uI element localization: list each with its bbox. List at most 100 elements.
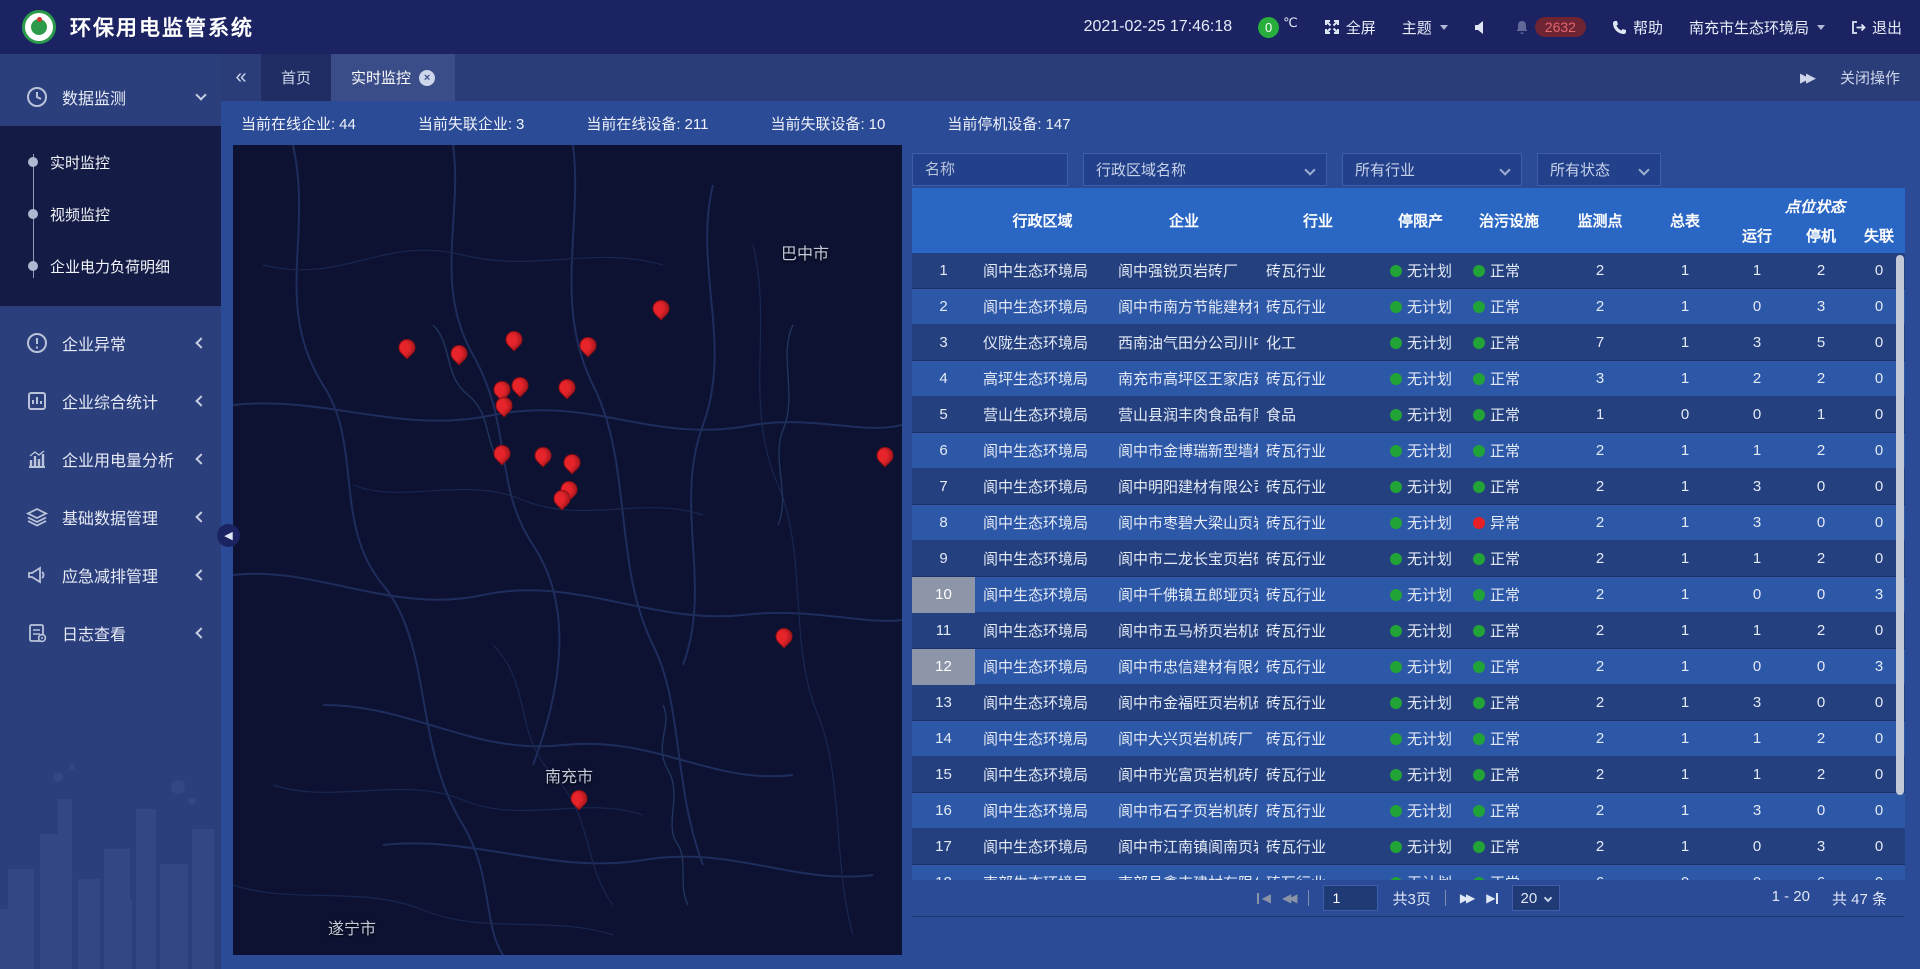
notifications[interactable]: 2632 (1515, 17, 1586, 37)
table-row[interactable]: 17 阆中生态环境局 阆中市江南镇阆南页岩 砖瓦行业 无计划 正常 2 1 0 … (912, 829, 1905, 865)
row-company: 阆中市南方节能建材有 (1110, 296, 1258, 317)
row-index: 4 (912, 361, 975, 397)
table-row[interactable]: 15 阆中生态环境局 阆中市光富页岩机砖厂 砖瓦行业 无计划 正常 2 1 1 … (912, 757, 1905, 793)
sidebar-item-video-monitoring[interactable]: 视频监控 (0, 188, 221, 240)
sidebar-item-label: 企业综合统计 (62, 389, 158, 413)
table-row[interactable]: 6 阆中生态环境局 阆中市金博瑞新型墙材 砖瓦行业 无计划 正常 2 1 1 2… (912, 433, 1905, 469)
industry-select[interactable]: 所有行业 (1342, 153, 1522, 186)
row-industry: 化工 (1258, 332, 1378, 353)
theme-dropdown[interactable]: 主题 (1402, 17, 1448, 38)
sidebar-item-realtime-monitoring[interactable]: 实时监控 (0, 136, 221, 188)
row-facility-status: 正常 (1490, 479, 1520, 496)
row-facility-status: 正常 (1490, 335, 1520, 352)
sidebar-item-enterprise-anomaly[interactable]: 企业异常 (0, 314, 221, 372)
help-button[interactable]: 帮助 (1612, 17, 1663, 38)
row-facility-status: 正常 (1490, 659, 1520, 676)
content-area: 当前在线企业:44 当前失联企业:3 当前在线设备:211 当前失联设备:10 … (221, 101, 1920, 969)
table-row[interactable]: 1 阆中生态环境局 阆中强锐页岩砖厂 砖瓦行业 无计划 正常 2 1 1 2 0 (912, 253, 1905, 289)
close-operations-button[interactable]: 关闭操作 (1840, 67, 1900, 88)
table-row[interactable]: 4 高坪生态环境局 南充市高坪区王家店建 砖瓦行业 无计划 正常 3 1 2 2… (912, 361, 1905, 397)
row-company: 阆中市江南镇阆南页岩 (1110, 836, 1258, 857)
column-header-facility: 治污设施 (1463, 188, 1555, 253)
tab-realtime-monitoring[interactable]: 实时监控 × (331, 54, 455, 101)
table-row[interactable]: 14 阆中生态环境局 阆中大兴页岩机砖厂 砖瓦行业 无计划 正常 2 1 1 2… (912, 721, 1905, 757)
row-stop-status: 无计划 (1407, 407, 1452, 424)
page-size-select[interactable]: 20 (1512, 885, 1561, 911)
region-select[interactable]: 行政区域名称 (1083, 153, 1327, 186)
table-scrollbar[interactable] (1896, 255, 1904, 795)
notification-count-badge: 2632 (1535, 17, 1586, 37)
row-company: 阆中市金福旺页岩机砖 (1110, 692, 1258, 713)
table-row[interactable]: 12 阆中生态环境局 阆中市忠信建材有限公 砖瓦行业 无计划 正常 2 1 0 … (912, 649, 1905, 685)
table-row[interactable]: 18 南部生态环境局 南部县鑫丰建材有限公 砖瓦行业 无计划 正常 6 0 0 … (912, 865, 1905, 880)
status-select[interactable]: 所有状态 (1537, 153, 1661, 186)
close-icon[interactable]: × (419, 70, 435, 86)
row-meter-count: 1 (1645, 514, 1725, 531)
table-row[interactable]: 10 阆中生态环境局 阆中千佛镇五郎垭页岩 砖瓦行业 无计划 正常 2 1 0 … (912, 577, 1905, 613)
facility-status-dot (1473, 265, 1485, 277)
sidebar-item-label: 企业异常 (62, 331, 126, 355)
row-monitor-count: 2 (1555, 298, 1645, 315)
chevron-down-icon (1638, 164, 1649, 175)
table-row[interactable]: 8 阆中生态环境局 阆中市枣碧大梁山页岩 砖瓦行业 无计划 异常 2 1 3 0… (912, 505, 1905, 541)
fullscreen-button[interactable]: 全屏 (1324, 17, 1376, 38)
help-label: 帮助 (1633, 17, 1663, 38)
page-size-value: 20 (1521, 890, 1538, 907)
row-run-count: 3 (1725, 334, 1789, 351)
row-monitor-count: 2 (1555, 838, 1645, 855)
sidebar-item-electricity-analysis[interactable]: 企业用电量分析 (0, 430, 221, 488)
stat-value: 10 (869, 116, 886, 133)
row-industry: 砖瓦行业 (1258, 764, 1378, 785)
sidebar-item-data-monitoring[interactable]: 数据监测 (0, 68, 221, 126)
row-monitor-count: 2 (1555, 622, 1645, 639)
row-meter-count: 0 (1645, 406, 1725, 423)
tab-scroll-right-icon[interactable]: ▶▶ (1800, 70, 1812, 86)
tab-home[interactable]: 首页 (261, 54, 331, 101)
map-panel[interactable]: 巴中市 南充市 遂宁市 (233, 145, 902, 955)
row-company: 阆中市忠信建材有限公 (1110, 656, 1258, 677)
sidebar-item-log-view[interactable]: 日志查看 (0, 604, 221, 662)
row-company: 阆中市石子页岩机砖厂 (1110, 800, 1258, 821)
table-row[interactable]: 11 阆中生态环境局 阆中市五马桥页岩机砖 砖瓦行业 无计划 正常 2 1 1 … (912, 613, 1905, 649)
name-search-input[interactable] (912, 153, 1068, 186)
chevron-left-icon (195, 511, 206, 522)
row-monitor-count: 2 (1555, 766, 1645, 783)
sidebar-item-power-load-detail[interactable]: 企业电力负荷明细 (0, 240, 221, 292)
mute-button[interactable] (1474, 20, 1489, 35)
sidebar-item-base-data[interactable]: 基础数据管理 (0, 488, 221, 546)
first-page-button[interactable]: ◀ (1257, 891, 1268, 905)
tab-scroll-left-icon[interactable]: « (221, 54, 261, 101)
sidebar-item-emergency-reduction[interactable]: 应急减排管理 (0, 546, 221, 604)
row-monitor-count: 2 (1555, 658, 1645, 675)
total-pages-label: 共3页 (1392, 888, 1430, 909)
table-row[interactable]: 16 阆中生态环境局 阆中市石子页岩机砖厂 砖瓦行业 无计划 正常 2 1 3 … (912, 793, 1905, 829)
sidebar-collapse-button[interactable]: ◀ (217, 524, 240, 547)
stop-status-dot (1390, 553, 1402, 565)
next-page-button[interactable]: ▶▶ (1460, 891, 1472, 905)
row-region: 南部生态环境局 (975, 872, 1110, 880)
row-meter-count: 1 (1645, 586, 1725, 603)
table-row[interactable]: 7 阆中生态环境局 阆中明阳建材有限公司 砖瓦行业 无计划 正常 2 1 3 0… (912, 469, 1905, 505)
last-page-button[interactable]: ▶ (1486, 891, 1497, 905)
row-index: 6 (912, 433, 975, 469)
logout-button[interactable]: 退出 (1851, 17, 1902, 38)
table-row[interactable]: 9 阆中生态环境局 阆中市二龙长宝页岩砖 砖瓦行业 无计划 正常 2 1 1 2… (912, 541, 1905, 577)
row-index: 15 (912, 757, 975, 793)
org-dropdown[interactable]: 南充市生态环境局 (1689, 17, 1825, 38)
divider (1445, 890, 1446, 906)
sidebar-item-enterprise-statistics[interactable]: 企业综合统计 (0, 372, 221, 430)
facility-status-dot (1473, 841, 1485, 853)
table-row[interactable]: 2 阆中生态环境局 阆中市南方节能建材有 砖瓦行业 无计划 正常 2 1 0 3… (912, 289, 1905, 325)
row-stop-status: 无计划 (1407, 731, 1452, 748)
table-row[interactable]: 3 仪陇生态环境局 西南油气田分公司川中 化工 无计划 正常 7 1 3 5 0 (912, 325, 1905, 361)
row-halt-count: 0 (1789, 514, 1853, 531)
table-row[interactable]: 13 阆中生态环境局 阆中市金福旺页岩机砖 砖瓦行业 无计划 正常 2 1 3 … (912, 685, 1905, 721)
row-facility-status: 正常 (1490, 371, 1520, 388)
row-facility-status: 正常 (1490, 731, 1520, 748)
row-lost-count: 0 (1853, 838, 1905, 855)
prev-page-button[interactable]: ◀◀ (1282, 891, 1294, 905)
stop-status-dot (1390, 589, 1402, 601)
status-select-value: 所有状态 (1550, 159, 1610, 180)
table-row[interactable]: 5 营山生态环境局 营山县润丰肉食品有限 食品 无计划 正常 1 0 0 1 0 (912, 397, 1905, 433)
page-number-input[interactable] (1323, 885, 1378, 911)
